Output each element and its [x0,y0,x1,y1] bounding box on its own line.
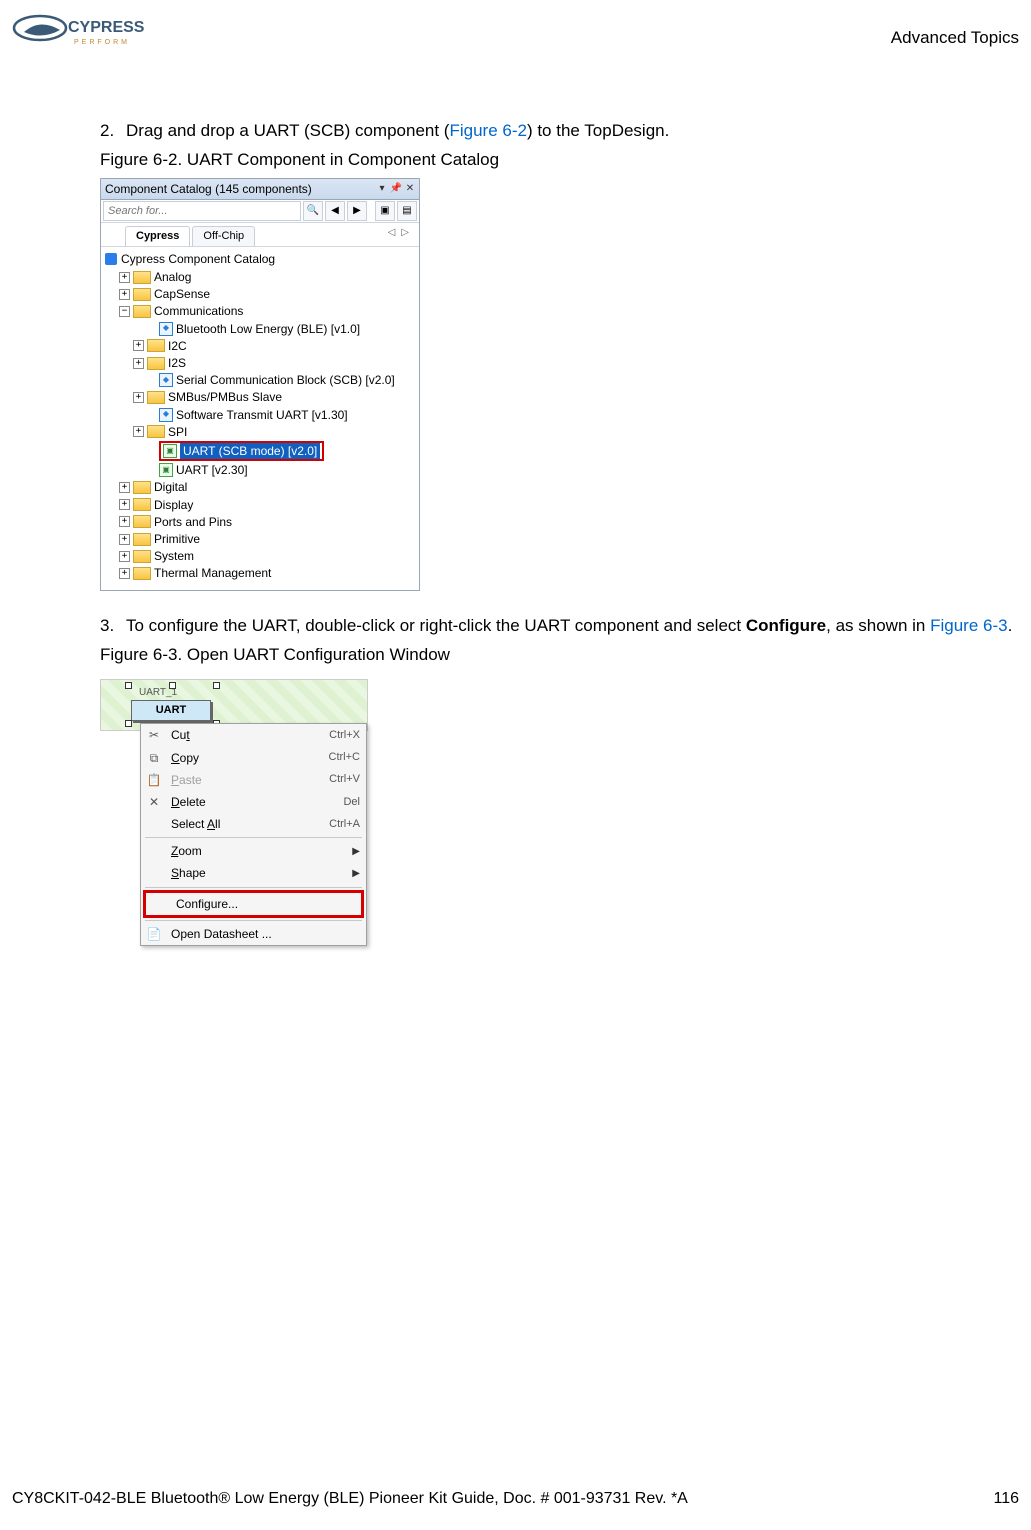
step-text: To configure the UART, double-click or r… [126,616,746,635]
tree-item-i2c[interactable]: +I2C [105,338,415,355]
menu-item-open-datasheet[interactable]: 📄 Open Datasheet ... [141,923,366,945]
pin-icon[interactable]: 📌 [391,184,401,194]
figure-6-3-caption: Figure 6-3. Open UART Configuration Wind… [100,644,1019,667]
menu-item-select-all[interactable]: Select All Ctrl+A [141,813,366,835]
next-icon[interactable]: ▶ [347,201,367,221]
copy-icon: ⧉ [145,750,163,766]
footer-doc-id: CY8CKIT-042-BLE Bluetooth® Low Energy (B… [12,1490,688,1508]
menu-item-paste: 📋 Paste Ctrl+V [141,769,366,791]
tree-item-digital[interactable]: +Digital [105,479,415,496]
step-text: . [1008,616,1013,635]
figure-6-2-caption: Figure 6-2. UART Component in Component … [100,149,1019,172]
menu-item-copy[interactable]: ⧉ Copy Ctrl+C [141,747,366,769]
uart-component[interactable]: UART_1 UART [131,686,211,720]
menu-separator [145,837,362,838]
tree-item-scb[interactable]: ◆Serial Communication Block (SCB) [v2.0] [105,372,415,389]
selection-handle[interactable] [125,720,132,727]
panel-titlebar: Component Catalog (145 components) ▾ 📌 ✕ [101,179,419,200]
step-text: ) to the TopDesign. [527,121,669,140]
component-catalog-panel: Component Catalog (145 components) ▾ 📌 ✕… [100,178,420,592]
tree-root-label: Cypress Component Catalog [121,251,275,267]
figure-link-6-3[interactable]: Figure 6-3 [930,616,1007,635]
selection-handle[interactable] [169,682,176,689]
menu-separator [145,887,362,888]
menu-item-zoom[interactable]: Zoom ▶ [141,840,366,862]
menu-item-shape[interactable]: Shape ▶ [141,862,366,884]
tree-item-uart-scb[interactable]: ▣UART (SCB mode) [v2.0] [105,441,415,462]
menu-item-cut[interactable]: ✂ Cut Ctrl+X [141,724,366,746]
component-tree: Cypress Component Catalog +Analog +CapSe… [101,247,419,591]
submenu-arrow-icon: ▶ [352,845,360,859]
step-text: , as shown in [826,616,930,635]
tree-item-thermal[interactable]: +Thermal Management [105,565,415,582]
context-menu: ✂ Cut Ctrl+X ⧉ Copy Ctrl+C 📋 Paste Ctrl+… [140,723,367,946]
step-number: 3. [100,615,126,638]
submenu-arrow-icon: ▶ [352,867,360,881]
tab-scroll-left-icon[interactable]: ◁ [388,226,396,246]
svg-text:PERFORM: PERFORM [74,39,130,46]
tree-item-primitive[interactable]: +Primitive [105,531,415,548]
tree-item-smbus[interactable]: +SMBus/PMBus Slave [105,389,415,406]
tree-item-display[interactable]: +Display [105,497,415,514]
menu-item-delete[interactable]: ✕ Delete Del [141,791,366,813]
brand-logo: CYPRESS PERFORM [12,10,152,60]
panel-title: Component Catalog (145 components) [105,181,312,197]
step-bold: Configure [746,616,826,635]
step-text: Drag and drop a UART (SCB) component ( [126,121,449,140]
step-number: 2. [100,120,126,143]
tree-item-capsense[interactable]: +CapSense [105,286,415,303]
tree-item-i2s[interactable]: +I2S [105,355,415,372]
component-label: UART [131,700,211,721]
paste-icon: 📋 [145,772,163,788]
tree-item-spi[interactable]: +SPI [105,424,415,441]
search-icon[interactable]: 🔍 [303,201,323,221]
tree-item-ble[interactable]: ◆Bluetooth Low Energy (BLE) [v1.0] [105,321,415,338]
tab-scroll-right-icon[interactable]: ▷ [401,226,409,246]
step-2: 2. Drag and drop a UART (SCB) component … [100,120,1019,143]
tab-cypress[interactable]: Cypress [125,226,190,246]
menu-item-configure[interactable]: Configure... [143,890,364,918]
tool-icon[interactable]: ▣ [375,201,395,221]
prev-icon[interactable]: ◀ [325,201,345,221]
cut-icon: ✂ [145,727,163,743]
selection-handle[interactable] [125,682,132,689]
tree-item-analog[interactable]: +Analog [105,269,415,286]
selection-handle[interactable] [213,682,220,689]
tree-item-uart[interactable]: ▣UART [v2.30] [105,462,415,479]
delete-icon: ✕ [145,794,163,810]
catalog-icon [105,253,117,265]
tree-item-system[interactable]: +System [105,548,415,565]
step-3: 3. To configure the UART, double-click o… [100,615,1019,638]
figure-6-3: UART_1 UART ✂ Cut Ctrl+X ⧉ Copy Ctrl+C 📋 [100,673,368,946]
tab-off-chip[interactable]: Off-Chip [192,226,255,246]
tree-item-sw-uart[interactable]: ◆Software Transmit UART [v1.30] [105,407,415,424]
menu-separator [145,920,362,921]
tree-item-ports-pins[interactable]: +Ports and Pins [105,514,415,531]
svg-text:CYPRESS: CYPRESS [68,19,145,36]
tree-item-communications[interactable]: −Communications [105,303,415,320]
tool-icon[interactable]: ▤ [397,201,417,221]
section-title: Advanced Topics [891,28,1019,48]
figure-link-6-2[interactable]: Figure 6-2 [449,121,526,140]
dropdown-icon[interactable]: ▾ [377,184,387,194]
search-input[interactable] [103,201,301,221]
datasheet-icon: 📄 [145,926,163,942]
close-icon[interactable]: ✕ [405,184,415,194]
page-number: 116 [993,1490,1019,1508]
